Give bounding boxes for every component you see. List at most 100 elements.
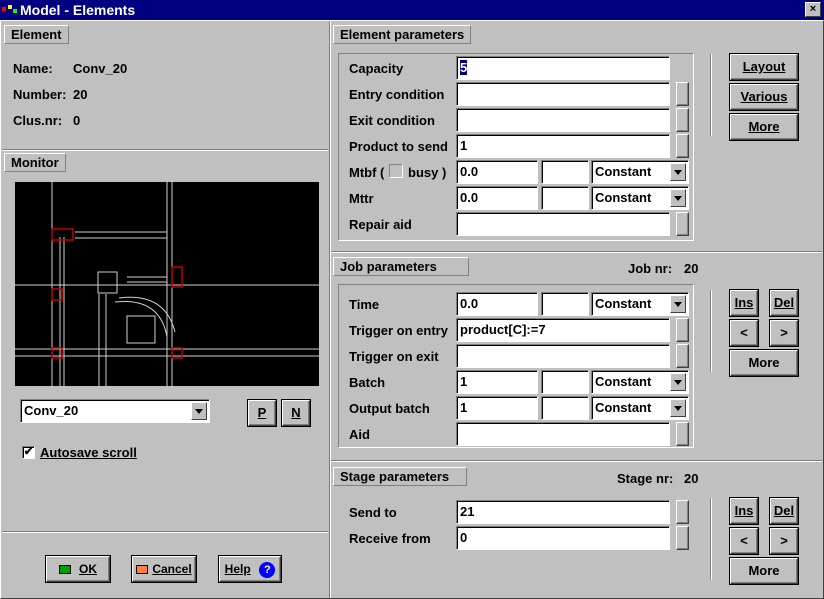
stage-ins-button[interactable]: Ins: [730, 498, 758, 524]
trigger-exit-label: Trigger on exit: [349, 349, 439, 364]
output-batch-input[interactable]: 1: [456, 396, 538, 420]
output-batch-param-input[interactable]: [541, 396, 589, 420]
mtbf-distribution-select[interactable]: Constant: [591, 160, 689, 184]
autosave-checkbox[interactable]: ✔: [22, 446, 35, 459]
autosave-label: Autosave scroll: [40, 445, 137, 460]
batch-distribution-select[interactable]: Constant: [591, 370, 689, 394]
product-to-send-edit-button[interactable]: [676, 134, 689, 158]
job-ins-button[interactable]: Ins: [730, 290, 758, 316]
ok-icon: [59, 565, 71, 575]
clusnr-value: 0: [73, 113, 81, 128]
title-bar[interactable]: Model - Elements ×: [0, 0, 824, 20]
mtbf-param-input[interactable]: [541, 160, 589, 184]
trigger-entry-edit-button[interactable]: [676, 318, 689, 342]
mttr-param-input[interactable]: [541, 186, 589, 210]
help-button[interactable]: Help ?: [219, 556, 281, 582]
monitor-section-title: Monitor: [4, 153, 66, 172]
job-previous-button[interactable]: <: [730, 320, 758, 346]
element-selector[interactable]: Conv_20: [20, 399, 210, 423]
repair-aid-edit-button[interactable]: [676, 212, 689, 236]
batch-param-input[interactable]: [541, 370, 589, 394]
receive-from-input[interactable]: 0: [456, 526, 670, 550]
next-element-button[interactable]: N: [282, 400, 310, 426]
repair-aid-input[interactable]: [456, 212, 670, 236]
entry-condition-edit-button[interactable]: [676, 82, 689, 106]
divider-element-job: [331, 251, 822, 253]
trigger-exit-edit-button[interactable]: [676, 344, 689, 368]
time-param-input[interactable]: [541, 292, 589, 316]
output-batch-label: Output batch: [349, 401, 430, 416]
element-more-button[interactable]: More: [730, 114, 798, 140]
mtbf-busy-label: busy ): [408, 165, 447, 180]
capacity-input[interactable]: 5: [456, 56, 670, 80]
previous-element-button[interactable]: P: [248, 400, 276, 426]
exit-condition-label: Exit condition: [349, 113, 435, 128]
product-to-send-input[interactable]: 1: [456, 134, 670, 158]
divider-job-stage: [331, 460, 822, 462]
element-parameters-title: Element parameters: [333, 25, 472, 44]
monitor-canvas[interactable]: [15, 182, 319, 386]
time-input[interactable]: 0.0: [456, 292, 538, 316]
cancel-button[interactable]: Cancel: [132, 556, 196, 582]
chevron-down-icon[interactable]: [670, 163, 686, 181]
stage-buttons-divider: [710, 498, 712, 580]
stage-nr-label: Stage nr:: [617, 471, 674, 486]
exit-condition-edit-button[interactable]: [676, 108, 689, 132]
number-label: Number:: [13, 87, 67, 102]
monitor-station: [97, 271, 118, 294]
entry-condition-input[interactable]: [456, 82, 670, 106]
job-del-button[interactable]: Del: [770, 290, 798, 316]
close-button[interactable]: ×: [805, 2, 821, 17]
trigger-exit-input[interactable]: [456, 344, 670, 368]
clusnr-label: Clus.nr:: [13, 113, 63, 128]
monitor-highlight: [171, 266, 183, 288]
receive-from-label: Receive from: [349, 531, 431, 546]
busy-checkbox[interactable]: [389, 164, 403, 178]
exit-condition-input[interactable]: [456, 108, 670, 132]
chevron-down-icon[interactable]: [670, 399, 686, 417]
aid-label: Aid: [349, 427, 370, 442]
aid-input[interactable]: [456, 422, 670, 446]
chevron-down-icon[interactable]: [670, 189, 686, 207]
job-nr-label: Job nr:: [628, 261, 673, 276]
entry-condition-label: Entry condition: [349, 87, 445, 102]
number-value: 20: [73, 87, 88, 102]
ok-button[interactable]: OK: [46, 556, 110, 582]
mtbf-input[interactable]: 0.0: [456, 160, 538, 184]
name-label: Name:: [13, 61, 53, 76]
element-selector-value: Conv_20: [24, 403, 79, 418]
stage-more-button[interactable]: More: [730, 558, 798, 584]
job-parameters-title: Job parameters: [333, 257, 469, 276]
output-batch-distribution-select[interactable]: Constant: [591, 396, 689, 420]
mtbf-label: Mtbf (: [349, 165, 385, 180]
divider-vertical: [329, 21, 331, 598]
batch-label: Batch: [349, 375, 386, 390]
job-more-button[interactable]: More: [730, 350, 798, 376]
job-next-button[interactable]: >: [770, 320, 798, 346]
mttr-input[interactable]: 0.0: [456, 186, 538, 210]
help-icon: ?: [259, 561, 276, 578]
chevron-down-icon[interactable]: [191, 402, 207, 420]
time-distribution-select[interactable]: Constant: [591, 292, 689, 316]
send-to-edit-button[interactable]: [676, 500, 689, 524]
repair-aid-label: Repair aid: [349, 217, 412, 232]
chevron-down-icon[interactable]: [670, 373, 686, 391]
batch-input[interactable]: 1: [456, 370, 538, 394]
window-title: Model - Elements: [20, 2, 136, 18]
send-to-input[interactable]: 21: [456, 500, 670, 524]
monitor-highlight: [51, 228, 74, 241]
stage-next-button[interactable]: >: [770, 528, 798, 554]
layout-button[interactable]: Layout: [730, 54, 798, 80]
mttr-distribution-select[interactable]: Constant: [591, 186, 689, 210]
stage-del-button[interactable]: Del: [770, 498, 798, 524]
mttr-label: Mttr: [349, 191, 374, 206]
various-button[interactable]: Various: [730, 84, 798, 110]
stage-previous-button[interactable]: <: [730, 528, 758, 554]
aid-edit-button[interactable]: [676, 422, 689, 446]
divider-footer: [2, 531, 328, 533]
capacity-label: Capacity: [349, 61, 404, 76]
divider-element-monitor: [2, 149, 328, 151]
chevron-down-icon[interactable]: [670, 295, 686, 313]
trigger-entry-input[interactable]: product[C]:=7: [456, 318, 670, 342]
receive-from-edit-button[interactable]: [676, 526, 689, 550]
